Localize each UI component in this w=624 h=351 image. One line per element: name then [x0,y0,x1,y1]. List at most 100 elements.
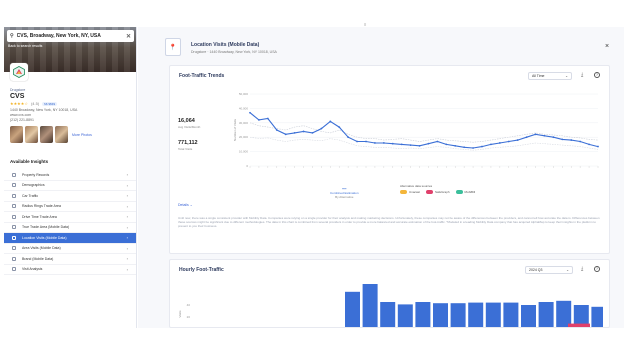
y-tick-label: 0 [246,164,248,168]
source-label: MobiBill [464,190,476,194]
location-pin-icon: 📍 [165,38,181,56]
data-point [516,139,519,141]
source-label: Unacast [409,190,421,194]
hourly-bar [397,304,413,327]
place-rating: ★★★★☆ (4.5) $$ $$$$ [10,101,130,106]
y-tick-label: 20 [187,315,191,319]
hourly-traffic-card: Hourly Foot-Traffic 2024 Q3 ⌄ ⤓ ? Visits… [169,259,610,328]
data-point [311,131,314,134]
download-icon[interactable]: ⤓ [581,72,583,78]
data-point [472,147,474,149]
search-value: CVS, Broadway, New York, NY, USA [16,33,101,39]
period-select[interactable]: All Time ⌄ [528,72,572,80]
close-panel-button[interactable]: × [605,43,609,50]
data-point [525,136,528,139]
series-line-safegraph [249,136,599,151]
people-icon [12,183,16,188]
insight-car-traffic[interactable]: Car Traffic › [4,191,136,202]
photo-thumbnail[interactable] [25,126,38,143]
more-photos-link[interactable]: More Photos [72,133,92,137]
rings-icon [12,204,16,209]
hourly-bar [345,291,360,327]
place-name: CVS [10,93,25,100]
hourly-bar-highlight [568,323,590,327]
location-search-input[interactable]: ⚲ CVS, Broadway, New York, NY, USA ✕ [7,30,134,42]
back-to-results-link[interactable]: Back to search results [8,44,42,48]
page-root: ≡ ⚲ CVS, Broadway, New York, NY, USA ✕ B… [0,0,624,351]
legend-combined[interactable]: ━━ Combined Estimation By Alternative [330,187,359,199]
rating-stars: ★★★★☆ [10,101,28,106]
photo-thumbnail[interactable] [10,126,23,143]
data-point [427,142,430,145]
insights-list: Property Records › Demographics › Car Traf… [4,170,136,275]
data-point [284,133,287,136]
data-point [436,140,439,143]
insight-brand[interactable]: Brand (Mobile Data) › [4,254,136,265]
clock-icon [12,214,16,219]
insight-label: Area Visits (Mobile Data) [22,246,61,251]
foot-traffic-line-chart: 0 10,000 20,000 30,000 40,000 50,000 Number of… [233,92,599,168]
hourly-bar [485,302,501,327]
data-point [365,140,367,143]
hourly-traffic-title: Hourly Foot-Traffic [179,267,224,273]
insight-location-visits[interactable]: Location Visits (Mobile Data) › [4,233,136,244]
insight-visit-analysis[interactable]: Visit Analysis › [4,265,136,275]
data-point [266,117,269,120]
series-line-combined-estimation [249,112,599,149]
car-icon [12,193,16,198]
data-point [481,145,483,148]
panel-subtitle: Drugstore · 1440 Broadway, New York, NY … [191,50,277,54]
insight-label: Radius Rings Trade Area [22,204,61,209]
insight-drive-time[interactable]: Drive Time Trade Area › [4,212,136,223]
help-icon[interactable]: ? [594,266,600,272]
data-point [347,136,350,139]
data-point [588,143,590,146]
chevron-down-icon: ⌄ [566,268,569,272]
data-point [249,111,251,114]
source-toggle-mobibill[interactable]: MobiBill [455,190,476,194]
insight-area-visits[interactable]: Area Visits (Mobile Data) › [4,244,136,254]
data-point [258,119,260,121]
foot-traffic-card: Foot-Traffic Trends All Time ⌄ ⤓ ? 16,06… [169,65,610,254]
data-point [463,146,466,149]
data-point [320,127,323,130]
clear-search-icon[interactable]: ✕ [126,33,131,40]
insight-property-records[interactable]: Property Records › [4,170,136,181]
brand-logo-icon [13,66,25,78]
data-point [418,144,421,147]
data-point [391,142,394,145]
insight-demographics[interactable]: Demographics › [4,181,136,191]
insight-radius-rings[interactable]: Radius Rings Trade Area › [4,202,136,212]
chevron-down-icon: ⌄ [189,203,193,207]
avg-visits-value: 16,064 [178,118,195,124]
hourly-period-select[interactable]: 2024 Q3 ⌄ [525,266,573,274]
insight-label: Demographics [22,183,45,188]
help-icon[interactable]: ? [594,72,600,78]
y-tick-label: 40,000 [239,106,249,110]
photo-thumbnail[interactable] [40,126,53,143]
download-icon[interactable]: ⤓ [581,266,583,272]
hourly-bar [380,302,396,327]
source-toggle-safegraph[interactable]: SafeGraph [426,190,450,194]
avg-visits-stat: 16,064 Avg Visits/Month [178,118,200,129]
source-toggle-unacast[interactable]: Unacast [400,190,420,194]
data-point [454,144,457,147]
location-sidebar: ⚲ CVS, Broadway, New York, NY, USA ✕ Bac… [4,27,137,328]
total-visits-stat: 771,112 Total Visits [178,140,198,151]
data-point [356,140,358,143]
details-link[interactable]: Details ⌄ [178,203,193,207]
data-point [275,129,278,131]
photo-thumbnails: More Photos [10,126,130,143]
insight-label: Location Visits (Mobile Data) [22,235,67,240]
data-point [507,140,510,143]
panel-header: 📍 Location Visits (Mobile Data) Drugstor… [165,38,615,56]
details-label: Details [178,203,189,207]
photo-thumbnail[interactable] [55,126,68,143]
hourly-bar-chart: Visits 20 40 [178,284,603,327]
data-point [498,142,501,144]
data-point [400,143,403,146]
y-tick-label: 40 [187,303,191,307]
legend-sources-title: Alternative data sources [400,184,433,188]
hourly-bar [433,303,448,327]
insight-true-trade-area[interactable]: True Trade Area (Mobile Data) › [4,223,136,233]
